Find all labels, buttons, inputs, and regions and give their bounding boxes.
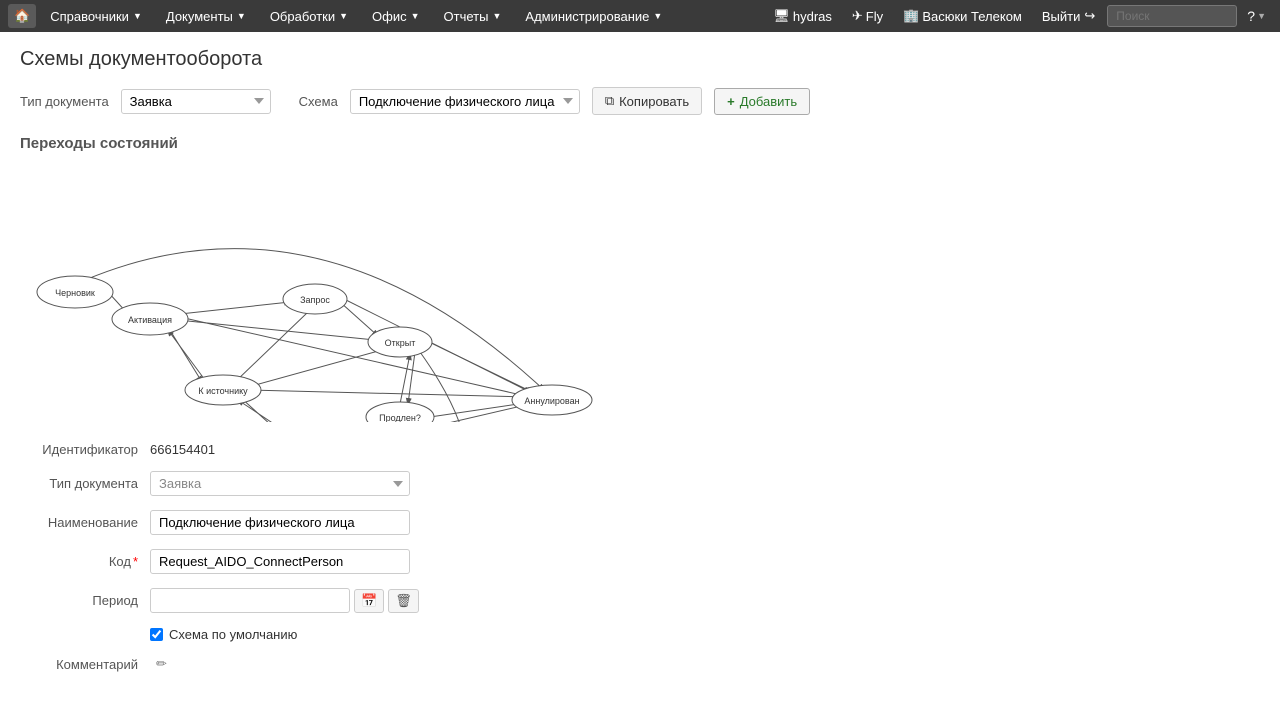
svg-text:Черновик: Черновик: [55, 288, 95, 298]
help-button[interactable]: ? ▼: [1241, 8, 1272, 24]
code-input[interactable]: [150, 549, 410, 574]
svg-text:Запрос: Запрос: [300, 295, 330, 305]
transitions-section: Переходы состояний: [20, 135, 1260, 672]
company-icon: 🏢: [903, 8, 919, 24]
form-doc-type-label: Тип документа: [20, 476, 150, 491]
doc-type-label: Тип документа: [20, 94, 109, 109]
schema-label: Схема: [299, 94, 338, 109]
form-doc-type-select[interactable]: Заявка: [150, 471, 410, 496]
home-icon: 🏠: [14, 8, 30, 24]
logout-icon: ↪: [1084, 8, 1095, 24]
edit-comment-button[interactable]: ✏: [156, 656, 167, 672]
svg-text:Открыт: Открыт: [385, 338, 416, 348]
identifier-value: 666154401: [150, 442, 215, 457]
nav-item-documents[interactable]: Документы ▼: [156, 0, 256, 32]
code-row: Код: [20, 549, 1260, 574]
toolbar: Тип документа Заявка Схема Подключение ф…: [20, 87, 1260, 115]
name-row: Наименование: [20, 510, 1260, 535]
nav-logout[interactable]: Выйти ↪: [1034, 0, 1103, 32]
comment-label: Комментарий: [20, 657, 150, 672]
chevron-down-icon: ▼: [1257, 11, 1266, 21]
help-icon: ?: [1247, 8, 1255, 24]
section-title: Переходы состояний: [20, 135, 1260, 152]
period-input[interactable]: [150, 588, 350, 613]
home-button[interactable]: 🏠: [8, 4, 36, 28]
svg-text:Продлен?: Продлен?: [379, 413, 421, 422]
chevron-down-icon: ▼: [237, 11, 246, 21]
calendar-icon: 📅: [361, 593, 377, 608]
page-content: Схемы документооборота Тип документа Зая…: [0, 32, 1280, 702]
period-group: 📅 🗑: [150, 588, 419, 613]
svg-text:Активация: Активация: [128, 315, 172, 325]
comment-row: Комментарий ✏: [20, 656, 1260, 672]
nav-fly[interactable]: ✈ Fly: [844, 0, 891, 32]
nav-item-admin[interactable]: Администрирование ▼: [515, 0, 672, 32]
period-row: Период 📅 🗑: [20, 588, 1260, 613]
chevron-down-icon: ▼: [133, 11, 142, 21]
identifier-row: Идентификатор 666154401: [20, 442, 1260, 457]
schema-select[interactable]: Подключение физического лица: [350, 89, 580, 114]
page-title: Схемы документооборота: [20, 48, 1260, 71]
doc-type-select[interactable]: Заявка: [121, 89, 271, 114]
copy-icon: ⧉: [605, 93, 614, 109]
name-label: Наименование: [20, 515, 150, 530]
nav-item-office[interactable]: Офис ▼: [362, 0, 430, 32]
calendar-button[interactable]: 📅: [354, 589, 384, 613]
chevron-down-icon: ▼: [653, 11, 662, 21]
default-schema-checkbox[interactable]: [150, 628, 163, 641]
name-input[interactable]: [150, 510, 410, 535]
clear-date-button[interactable]: 🗑: [388, 589, 419, 613]
trash-icon: 🗑: [395, 593, 412, 608]
period-label: Период: [20, 593, 150, 608]
copy-button[interactable]: ⧉ Копировать: [592, 87, 702, 115]
default-schema-label[interactable]: Схема по умолчанию: [169, 627, 297, 642]
search-input[interactable]: [1107, 5, 1237, 27]
chevron-down-icon: ▼: [492, 11, 501, 21]
chevron-down-icon: ▼: [339, 11, 348, 21]
svg-text:К источнику: К источнику: [198, 386, 248, 396]
plane-icon: ✈: [852, 8, 863, 24]
form-doc-type-row: Тип документа Заявка: [20, 471, 1260, 496]
nav-item-reports[interactable]: Отчеты ▼: [434, 0, 512, 32]
nav-item-processing[interactable]: Обработки ▼: [260, 0, 358, 32]
flow-diagram: Черновик Активация Запрос Открыт К источ…: [20, 162, 620, 422]
svg-text:Аннулирован: Аннулирован: [524, 396, 579, 406]
navbar: 🏠 Справочники ▼ Документы ▼ Обработки ▼ …: [0, 0, 1280, 32]
code-label: Код: [20, 554, 150, 569]
nav-hydras[interactable]: 🖥 hydras: [765, 0, 840, 32]
server-icon: 🖥: [773, 8, 790, 24]
identifier-label: Идентификатор: [20, 442, 150, 457]
plus-icon: +: [727, 94, 735, 109]
add-button[interactable]: + Добавить: [714, 88, 810, 115]
nav-item-references[interactable]: Справочники ▼: [40, 0, 152, 32]
nav-company[interactable]: 🏢 Васюки Телеком: [895, 0, 1030, 32]
default-schema-row: Схема по умолчанию: [150, 627, 1260, 642]
chevron-down-icon: ▼: [411, 11, 420, 21]
